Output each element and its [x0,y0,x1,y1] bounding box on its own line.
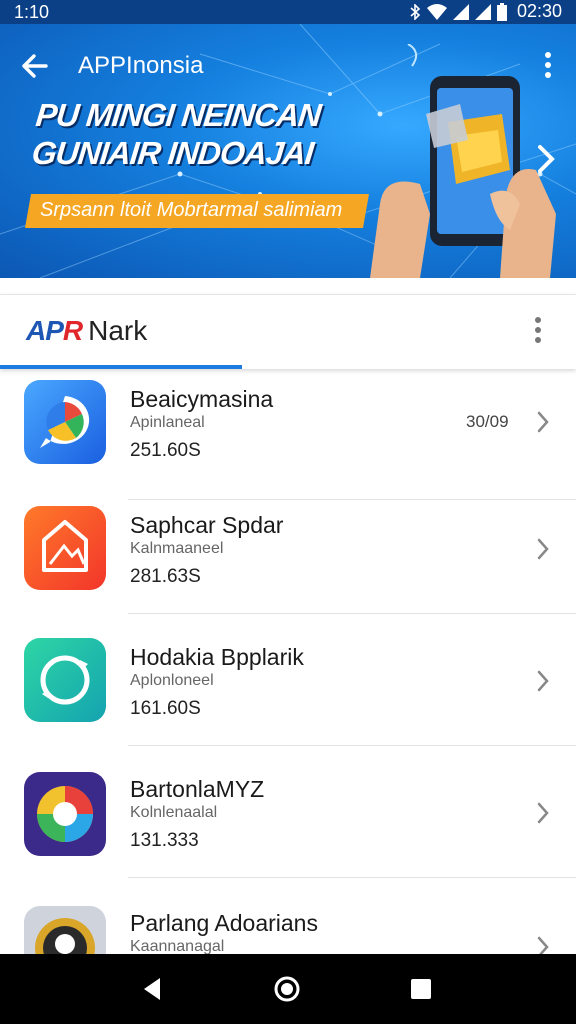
chevron-right-icon [537,802,549,824]
chevron-right-icon [537,670,549,692]
app-icon-colorful [24,772,106,856]
list-item[interactable]: BartonlaMYZ Kolnlenaalal 131.333 [0,746,576,878]
hand-phone-illustration [370,44,556,278]
app-name: Hodakia Bpplarik [130,644,304,670]
status-icons: 02:30 [409,1,562,22]
headline-line-1: PU MINGI NEINCAN [34,97,323,133]
divider [128,877,576,878]
app-name: Saphcar Spdar [130,512,284,538]
wifi-icon [426,3,447,20]
status-time: 1:10 [14,2,50,22]
app-subtitle: Kolnlenaalal [130,804,218,821]
back-arrow-icon[interactable] [16,46,56,86]
tab-apr-nark[interactable]: APR Nark [26,315,147,347]
app-size: 131.333 [130,830,199,851]
chevron-right-icon [537,411,549,433]
app-size: 281.63S [130,566,201,587]
app-subtitle: Aplonloneel [130,672,214,689]
headline-line-2: GUNIAIR INDOAJAI [30,135,315,171]
app-subtitle: Apinlaneal [130,414,205,431]
apr-logo: APR [26,315,83,346]
app-icon-chat [24,380,106,464]
navigation-bar [0,954,576,1024]
back-triangle-icon[interactable] [138,974,168,1004]
list-item[interactable]: Hodakia Bpplarik Aplonloneel 161.60S [0,614,576,746]
app-name: BartonlaMYZ [130,776,265,802]
chevron-right-icon[interactable] [534,139,560,179]
app-name: Beaicymasina [130,386,274,412]
app-icon-sync [24,638,106,722]
more-options-icon[interactable] [526,313,550,353]
app-date: 30/09 [466,412,509,431]
list-item[interactable]: Saphcar Spdar Kalnmaaneel 281.63S [0,482,576,614]
recents-square-icon[interactable] [406,974,436,1004]
signal-icon [452,3,469,20]
app-name: Parlang Adoarians [130,910,318,936]
app-icon-photo [24,506,106,590]
status-clock: 02:30 [516,1,562,21]
app-size: 161.60S [130,698,201,719]
bluetooth-icon [410,3,421,20]
hero-banner: APPInonsia PU MINGI NEINCAN GUNIAIR INDO… [0,24,576,278]
chevron-right-icon [537,538,549,560]
status-bar: 1:10 02:30 [0,0,576,24]
app-subtitle: Kalnmaaneel [130,540,224,557]
banner-ribbon-text: Srpsann ltoit Mobrtarmal salimiam [40,199,343,221]
battery-icon [496,2,507,21]
banner-headline: PU MINGI NEINCAN GUNIAIR INDOAJAI [30,96,322,172]
home-circle-icon[interactable] [272,974,302,1004]
tab-bar: APR Nark [0,294,576,369]
app-size: 251.60S [130,440,201,461]
list-item[interactable]: Beaicymasina Apinlaneal 251.60S 30/09 [0,368,576,500]
tab-label: Nark [88,315,148,346]
signal-icon [474,3,491,20]
app-title: APPInonsia [78,52,204,79]
